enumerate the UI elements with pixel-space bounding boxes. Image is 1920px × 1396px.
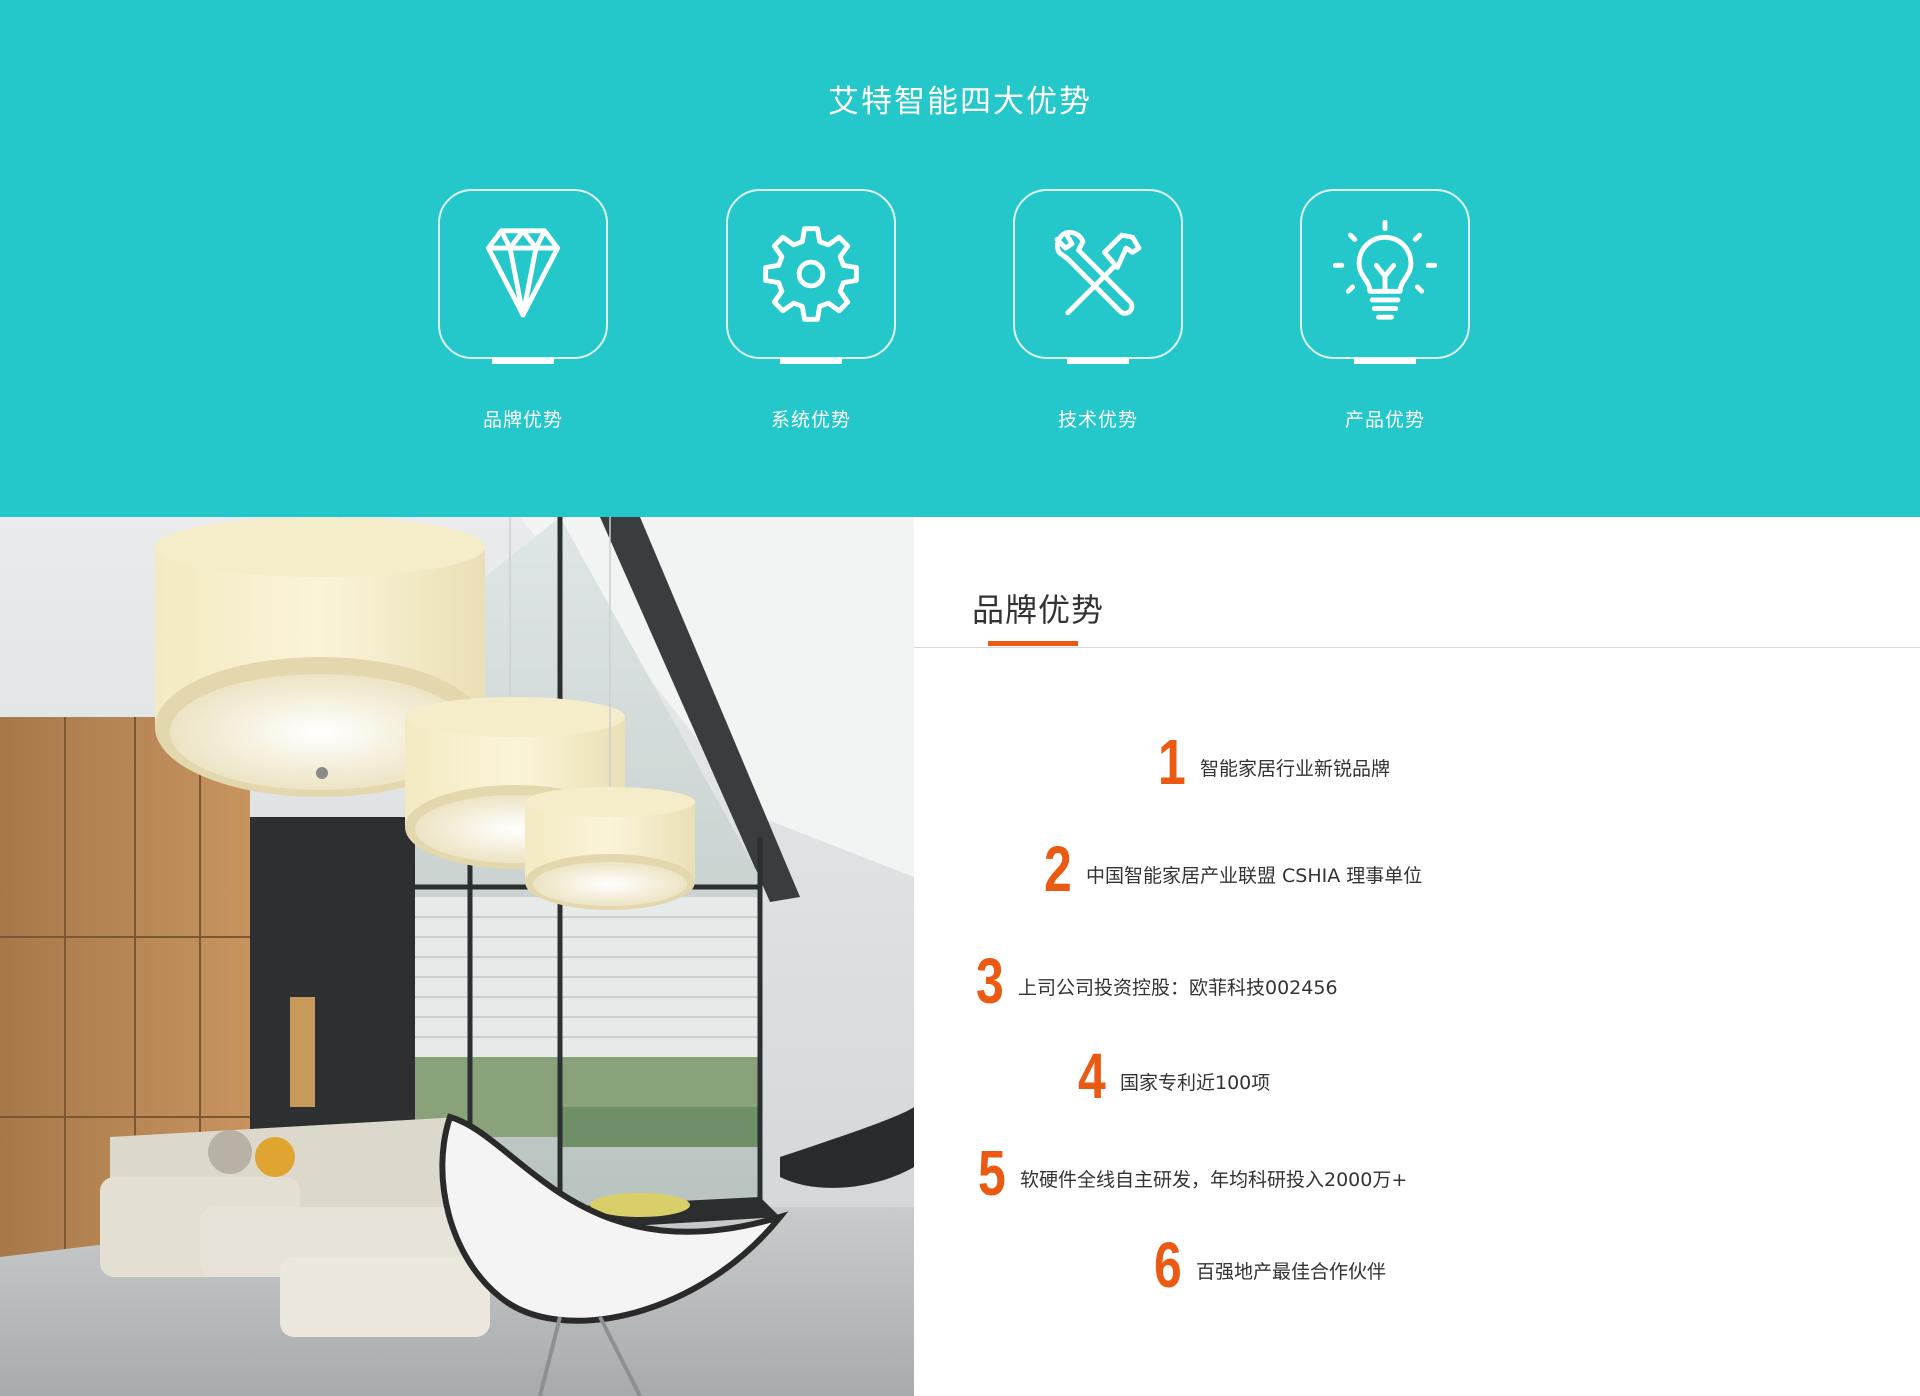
feature-icon-box: [1300, 189, 1470, 359]
feature-label: 产品优势: [1344, 409, 1425, 431]
list-item: 2 中国智能家居产业联盟 CSHIA 理事单位: [1044, 837, 1422, 901]
section-title: 艾特智能四大优势: [828, 84, 1092, 120]
living-room-photo: [0, 517, 914, 1396]
wrench-hammer-icon: [1054, 229, 1142, 316]
tab-system-advantage[interactable]: 系统优势: [698, 189, 918, 449]
item-number: 3: [976, 945, 1004, 1017]
item-text: 上司公司投资控股：欧菲科技002456: [1018, 976, 1338, 999]
item-number: 5: [978, 1137, 1006, 1209]
list-item: 3 上司公司投资控股：欧菲科技002456: [976, 949, 1338, 1013]
item-number: 2: [1044, 833, 1072, 905]
feature-label: 品牌优势: [482, 409, 563, 431]
feature-active-bar: [780, 358, 842, 364]
brand-advantage-panel: 品牌优势 1 智能家居行业新锐品牌 2 中国智能家居产业联盟 CSHIA 理事单…: [914, 517, 1920, 1396]
panel-heading: 品牌优势: [972, 591, 1105, 629]
tab-brand-advantage[interactable]: 品牌优势: [410, 189, 630, 449]
list-item: 4 国家专利近100项: [1078, 1044, 1270, 1108]
feature-active-bar: [492, 358, 554, 364]
item-number: 4: [1078, 1040, 1106, 1112]
item-text: 智能家居行业新锐品牌: [1200, 757, 1391, 780]
item-text: 国家专利近100项: [1120, 1071, 1271, 1094]
item-number: 6: [1154, 1229, 1182, 1301]
feature-icon-box: [438, 189, 608, 359]
item-text: 百强地产最佳合作伙伴: [1196, 1260, 1387, 1283]
list-item: 1 智能家居行业新锐品牌: [1158, 730, 1390, 794]
feature-label: 技术优势: [1057, 409, 1138, 431]
list-item: 6 百强地产最佳合作伙伴: [1154, 1233, 1386, 1297]
item-text: 软硬件全线自主研发，年均科研投入2000万+: [1020, 1168, 1408, 1191]
panel-heading-underline: [988, 641, 1078, 646]
feature-icon-box: [1013, 189, 1183, 359]
gear-icon: [763, 226, 859, 322]
feature-icon-box: [726, 189, 896, 359]
tab-product-advantage[interactable]: 产品优势: [1272, 189, 1492, 449]
feature-tabs: 品牌优势 系统优势 技术优势 产品优势: [0, 189, 1920, 449]
tab-technology-advantage[interactable]: 技术优势: [985, 189, 1205, 449]
list-item: 5 软硬件全线自主研发，年均科研投入2000万+: [978, 1141, 1407, 1205]
advantages-banner: 艾特智能四大优势 品牌优势 系统优势 技术优势 产品优势: [0, 0, 1920, 517]
lightbulb-icon: [1332, 220, 1438, 320]
feature-active-bar: [1354, 358, 1416, 364]
feature-active-bar: [1067, 358, 1129, 364]
diamond-icon: [486, 228, 560, 318]
item-text: 中国智能家居产业联盟 CSHIA 理事单位: [1086, 864, 1423, 887]
feature-label: 系统优势: [770, 409, 851, 431]
item-number: 1: [1158, 726, 1186, 798]
panel-divider: [914, 647, 1920, 648]
